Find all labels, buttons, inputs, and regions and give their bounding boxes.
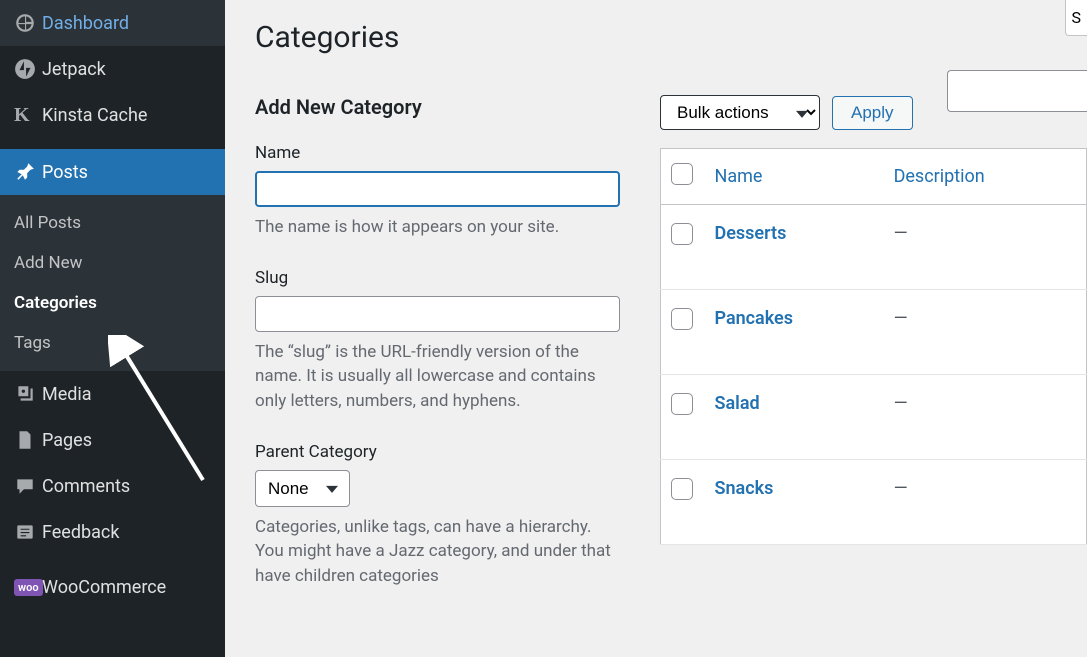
sidebar-item-feedback[interactable]: Feedback: [0, 509, 225, 555]
page-title: Categories: [255, 20, 1087, 55]
sidebar-label: Jetpack: [42, 59, 106, 80]
jetpack-icon: [14, 58, 42, 80]
select-all-checkbox[interactable]: [671, 163, 693, 185]
sidebar-item-woocommerce[interactable]: woo WooCommerce: [0, 565, 225, 610]
name-help: The name is how it appears on your site.: [255, 215, 620, 240]
category-link[interactable]: Pancakes: [715, 308, 794, 329]
sidebar-label: Pages: [42, 430, 92, 451]
parent-label: Parent Category: [255, 442, 620, 462]
row-checkbox[interactable]: [671, 393, 693, 415]
category-link[interactable]: Snacks: [715, 478, 774, 499]
dashboard-icon: [14, 12, 42, 34]
categories-table: Name Description Desserts — Pancakes —: [660, 148, 1087, 545]
sidebar-label: Comments: [42, 476, 130, 497]
category-link[interactable]: Desserts: [715, 223, 787, 244]
add-category-form: Add New Category Name The name is how it…: [255, 95, 620, 616]
submenu-add-new[interactable]: Add New: [0, 243, 225, 283]
category-description: —: [884, 290, 1087, 375]
col-description[interactable]: Description: [884, 149, 1087, 205]
sidebar-item-jetpack[interactable]: Jetpack: [0, 46, 225, 92]
submenu-all-posts[interactable]: All Posts: [0, 203, 225, 243]
category-link[interactable]: Salad: [715, 393, 760, 414]
woocommerce-icon: woo: [14, 579, 42, 596]
slug-help: The “slug” is the URL-friendly version o…: [255, 340, 620, 414]
table-row: Snacks —: [661, 460, 1087, 545]
media-icon: [14, 383, 42, 405]
table-row: Desserts —: [661, 205, 1087, 290]
slug-input[interactable]: [255, 296, 620, 332]
sidebar-item-comments[interactable]: Comments: [0, 463, 225, 509]
categories-list: Bulk actions Apply Name Description: [660, 95, 1087, 616]
sidebar-item-pages[interactable]: Pages: [0, 417, 225, 463]
parent-select[interactable]: None: [255, 470, 350, 507]
sidebar-item-kinsta[interactable]: K Kinsta Cache: [0, 92, 225, 139]
sidebar-label: Feedback: [42, 522, 119, 543]
category-description: —: [884, 375, 1087, 460]
sidebar-item-posts[interactable]: Posts: [0, 149, 225, 195]
row-checkbox[interactable]: [671, 478, 693, 500]
kinsta-icon: K: [14, 104, 42, 127]
sidebar-label: WooCommerce: [42, 577, 166, 598]
search-input[interactable]: [947, 70, 1087, 112]
bulk-actions-select[interactable]: Bulk actions: [660, 95, 820, 130]
pin-icon: [14, 161, 42, 183]
posts-submenu: All Posts Add New Categories Tags: [0, 195, 225, 371]
comments-icon: [14, 475, 42, 497]
table-row: Pancakes —: [661, 290, 1087, 375]
row-checkbox[interactable]: [671, 308, 693, 330]
sidebar-label: Media: [42, 384, 92, 405]
feedback-icon: [14, 521, 42, 543]
row-checkbox[interactable]: [671, 223, 693, 245]
table-row: Salad —: [661, 375, 1087, 460]
apply-button[interactable]: Apply: [832, 96, 913, 130]
name-input[interactable]: [255, 171, 620, 207]
sidebar-label: Kinsta Cache: [42, 105, 147, 126]
screen-options-button[interactable]: S: [1065, 0, 1087, 36]
sidebar-label: Posts: [42, 162, 88, 183]
sidebar-item-dashboard[interactable]: Dashboard: [0, 0, 225, 46]
submenu-tags[interactable]: Tags: [0, 323, 225, 363]
sidebar-item-media[interactable]: Media: [0, 371, 225, 417]
parent-help: Categories, unlike tags, can have a hier…: [255, 515, 620, 589]
category-description: —: [884, 205, 1087, 290]
category-description: —: [884, 460, 1087, 545]
slug-label: Slug: [255, 268, 620, 288]
admin-sidebar: Dashboard Jetpack K Kinsta Cache Posts A…: [0, 0, 225, 657]
submenu-categories[interactable]: Categories: [0, 283, 225, 323]
col-name[interactable]: Name: [705, 149, 884, 205]
main-content: S Categories Add New Category Name The n…: [225, 0, 1087, 657]
name-label: Name: [255, 143, 620, 163]
pages-icon: [14, 429, 42, 451]
form-heading: Add New Category: [255, 95, 620, 119]
sidebar-label: Dashboard: [42, 13, 129, 34]
